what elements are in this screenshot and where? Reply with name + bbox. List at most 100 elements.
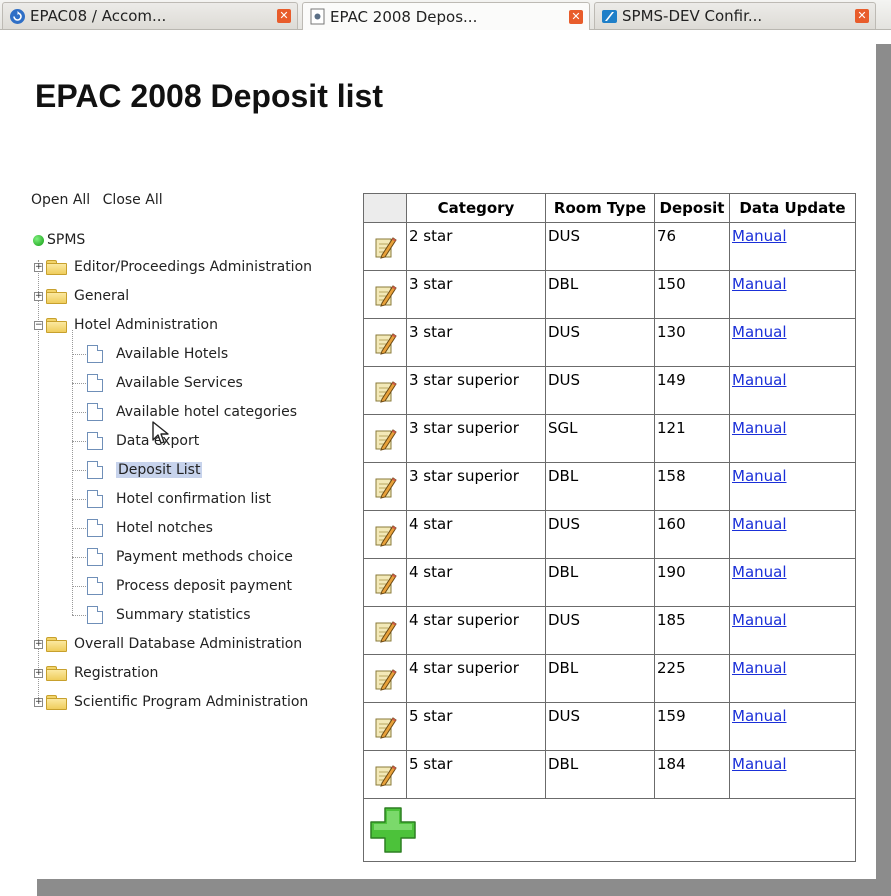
open-folder-icon [45, 318, 67, 333]
cell-room-type: DUS [545, 606, 655, 655]
cell-data-update-link[interactable]: Manual [729, 366, 856, 415]
cell-data-update-link[interactable]: Manual [729, 462, 856, 511]
tree-folder-general[interactable]: + General [34, 285, 129, 307]
expand-plus-icon[interactable]: + [34, 639, 43, 649]
tree-item-deposit-list[interactable]: Deposit List [72, 459, 203, 481]
cell-data-update-link[interactable]: Manual [729, 606, 856, 655]
cell-deposit: 130 [654, 318, 730, 367]
tree-item-label: Process deposit payment [116, 578, 292, 594]
edit-pencil-icon[interactable] [364, 522, 406, 548]
tree-root-spms[interactable]: SPMS [33, 229, 85, 251]
cell-data-update-link[interactable]: Manual [729, 558, 856, 607]
tab-close-icon[interactable]: ✕ [277, 9, 291, 23]
cell-category: 4 star superior [406, 654, 546, 703]
tree-item-label-selected: Deposit List [116, 462, 203, 478]
cell-data-update-link[interactable]: Manual [729, 750, 856, 799]
table-row: 4 star DUS 160 Manual [363, 510, 856, 559]
folder-icon [45, 695, 67, 710]
tree-folder-label: Scientific Program Administration [74, 694, 309, 710]
tree-item-label: Hotel confirmation list [116, 491, 272, 507]
edit-pencil-icon[interactable] [364, 474, 406, 500]
add-green-plus-icon[interactable] [367, 804, 419, 856]
cell-category: 5 star [406, 702, 546, 751]
tab-close-icon[interactable]: ✕ [855, 9, 869, 23]
tree-item-payment-methods-choice[interactable]: Payment methods choice [72, 546, 293, 568]
cell-data-update-link[interactable]: Manual [729, 510, 856, 559]
tree-item-process-deposit-payment[interactable]: Process deposit payment [72, 575, 292, 597]
tree-folder-registration[interactable]: + Registration [34, 662, 158, 684]
tree-folder-scientific-program[interactable]: + Scientific Program Administration [34, 691, 308, 713]
column-header-deposit[interactable]: Deposit [654, 193, 730, 223]
edit-pencil-icon[interactable] [364, 426, 406, 452]
tab-label: SPMS-DEV Confir... [622, 7, 763, 25]
tree-item-hotel-notches[interactable]: Hotel notches [72, 517, 213, 539]
edit-pencil-icon[interactable] [364, 282, 406, 308]
table-row: 3 star DUS 130 Manual [363, 318, 856, 367]
edit-pencil-icon[interactable] [364, 378, 406, 404]
tree-folder-overall-database[interactable]: + Overall Database Administration [34, 633, 302, 655]
table-row: 5 star DUS 159 Manual [363, 702, 856, 751]
table-row: 3 star superior SGL 121 Manual [363, 414, 856, 463]
column-header-category[interactable]: Category [406, 193, 546, 223]
close-all-link[interactable]: Close All [103, 192, 163, 208]
cell-category: 4 star [406, 558, 546, 607]
expand-plus-icon[interactable]: + [34, 262, 43, 272]
window-shadow [37, 879, 891, 896]
tab-label: EPAC08 / Accom... [30, 7, 167, 25]
tree-item-hotel-confirmation-list[interactable]: Hotel confirmation list [72, 488, 271, 510]
expand-plus-icon[interactable]: + [34, 291, 43, 301]
cell-room-type: SGL [545, 414, 655, 463]
edit-cell [363, 558, 407, 607]
tab-epac08-accom[interactable]: EPAC08 / Accom... ✕ [2, 2, 298, 29]
edit-pencil-icon[interactable] [364, 666, 406, 692]
edit-pencil-icon[interactable] [364, 330, 406, 356]
edit-cell [363, 606, 407, 655]
table-row: 3 star superior DUS 149 Manual [363, 366, 856, 415]
edit-pencil-icon[interactable] [364, 618, 406, 644]
collapse-minus-icon[interactable]: − [34, 320, 43, 330]
cell-data-update-link[interactable]: Manual [729, 270, 856, 319]
edit-pencil-icon[interactable] [364, 762, 406, 788]
table-row: 5 star DBL 184 Manual [363, 750, 856, 799]
edit-pencil-icon[interactable] [364, 234, 406, 260]
cell-room-type: DUS [545, 510, 655, 559]
cell-room-type: DBL [545, 750, 655, 799]
cell-category: 3 star [406, 270, 546, 319]
document-icon [87, 490, 103, 508]
add-row [363, 798, 856, 862]
expand-plus-icon[interactable]: + [34, 697, 43, 707]
cell-category: 4 star superior [406, 606, 546, 655]
status-green-dot-icon [33, 234, 44, 246]
edit-pencil-icon[interactable] [364, 714, 406, 740]
tab-label: EPAC 2008 Depos... [330, 7, 478, 26]
cell-deposit: 190 [654, 558, 730, 607]
cell-data-update-link[interactable]: Manual [729, 222, 856, 271]
tree-item-data-export[interactable]: Data export [72, 430, 199, 452]
folder-icon [45, 260, 67, 275]
tree-item-available-services[interactable]: Available Services [72, 372, 243, 394]
cell-deposit: 76 [654, 222, 730, 271]
tree-item-label: Available Services [116, 375, 243, 391]
cell-data-update-link[interactable]: Manual [729, 318, 856, 367]
cell-data-update-link[interactable]: Manual [729, 702, 856, 751]
cell-room-type: DUS [545, 702, 655, 751]
edit-column-header [363, 193, 407, 223]
tree-item-available-hotel-categories[interactable]: Available hotel categories [72, 401, 297, 423]
column-header-data-update[interactable]: Data Update [729, 193, 856, 223]
cell-data-update-link[interactable]: Manual [729, 414, 856, 463]
edit-pencil-icon[interactable] [364, 570, 406, 596]
tree-item-summary-statistics[interactable]: Summary statistics [72, 604, 251, 626]
tree-item-available-hotels[interactable]: Available Hotels [72, 343, 228, 365]
tab-close-icon[interactable]: ✕ [569, 9, 583, 24]
tab-epac-2008-deposit[interactable]: EPAC 2008 Depos... ✕ [302, 2, 590, 30]
tree-folder-hotel-administration[interactable]: − Hotel Administration [34, 314, 218, 336]
open-all-link[interactable]: Open All [31, 192, 90, 208]
expand-plus-icon[interactable]: + [34, 668, 43, 678]
cell-room-type: DBL [545, 558, 655, 607]
tree-folder-editor-proceedings[interactable]: + Editor/Proceedings Administration [34, 256, 312, 278]
table-row: 4 star superior DUS 185 Manual [363, 606, 856, 655]
column-header-room-type[interactable]: Room Type [545, 193, 655, 223]
cell-room-type: DBL [545, 654, 655, 703]
cell-data-update-link[interactable]: Manual [729, 654, 856, 703]
tab-spms-dev-confir[interactable]: SPMS-DEV Confir... ✕ [594, 2, 876, 29]
